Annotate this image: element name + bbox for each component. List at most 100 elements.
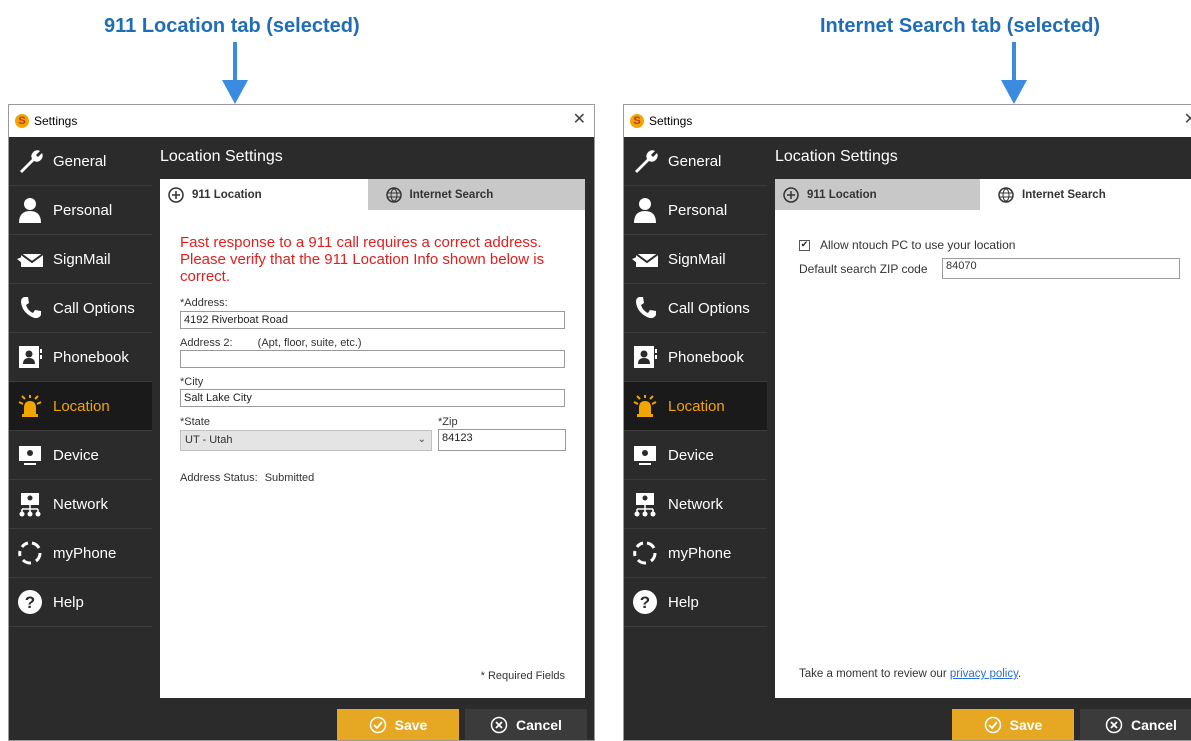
location-tabs: 911 Location Internet Search: [775, 179, 1191, 210]
address2-label-text: Address 2:: [180, 337, 233, 349]
close-icon[interactable]: ✕: [573, 109, 586, 128]
address-status: Address Status: Submitted: [180, 472, 314, 484]
cancel-button[interactable]: Cancel: [465, 709, 587, 740]
settings-sidebar: General Personal SignMail Call Options P…: [9, 137, 152, 740]
sidebar-item-label: Network: [53, 495, 109, 513]
section-title: Location Settings: [160, 148, 283, 165]
close-icon[interactable]: ✕: [1184, 109, 1191, 128]
default-zip-field[interactable]: 84070: [942, 258, 1180, 279]
siren-icon: [630, 391, 660, 421]
sidebar-item-general[interactable]: General: [9, 137, 152, 186]
callout-arrow-left: [222, 42, 248, 104]
sidebar-item-label: myPhone: [53, 544, 117, 562]
sidebar-item-label: Call Options: [53, 299, 135, 317]
sidebar-item-help[interactable]: ? Help: [624, 578, 767, 627]
city-label: *City: [180, 376, 204, 388]
sidebar-item-signmail[interactable]: SignMail: [9, 235, 152, 284]
signmail-icon: [630, 244, 660, 274]
sidebar-item-network[interactable]: Network: [624, 480, 767, 529]
sidebar-item-signmail[interactable]: SignMail: [624, 235, 767, 284]
sidebar-item-phonebook[interactable]: Phonebook: [624, 333, 767, 382]
sidebar-item-label: Phonebook: [53, 348, 129, 366]
sidebar-item-label: Device: [53, 446, 99, 464]
settings-content: Location Settings 911 Location Internet …: [767, 137, 1191, 740]
sidebar-item-device[interactable]: Device: [9, 431, 152, 480]
sidebar-item-call-options[interactable]: Call Options: [624, 284, 767, 333]
zip-field[interactable]: 84123: [438, 429, 566, 451]
sidebar-item-myphone[interactable]: myPhone: [9, 529, 152, 578]
sidebar-item-personal[interactable]: Personal: [9, 186, 152, 235]
sidebar-item-phonebook[interactable]: Phonebook: [9, 333, 152, 382]
address-status-value: Submitted: [264, 472, 315, 484]
city-field[interactable]: Salt Lake City: [180, 389, 565, 407]
privacy-note: Take a moment to review our privacy poli…: [799, 668, 1021, 680]
siren-icon: [15, 391, 45, 421]
tab-911-location[interactable]: 911 Location: [775, 179, 980, 210]
app-logo-icon: S: [630, 114, 644, 128]
plus-circle-icon: [168, 186, 184, 203]
sidebar-item-label: Personal: [53, 201, 113, 219]
settings-window-911: S Settings ✕ General Personal SignMail C…: [8, 104, 595, 741]
network-icon: [630, 489, 660, 519]
save-label: Save: [1009, 716, 1043, 733]
sidebar-item-call-options[interactable]: Call Options: [9, 284, 152, 333]
state-select[interactable]: UT - Utah ⌄: [180, 430, 432, 451]
cancel-label: Cancel: [516, 716, 562, 733]
warning-message: Fast response to a 911 call requires a c…: [180, 234, 545, 285]
sidebar-item-label: SignMail: [668, 250, 726, 268]
wrench-icon: [630, 146, 660, 176]
settings-window-internet-search: S Settings ✕ General Personal SignMail: [623, 104, 1191, 741]
phone-handset-icon: [630, 293, 660, 323]
allow-location-row[interactable]: ✔ Allow ntouch PC to use your location: [799, 238, 1015, 252]
tab-internet-search[interactable]: Internet Search: [367, 179, 585, 210]
sidebar-item-label: Help: [53, 593, 84, 611]
sidebar-item-label: SignMail: [53, 250, 111, 268]
save-button[interactable]: Save: [337, 709, 459, 740]
address-label: *Address:: [180, 297, 228, 309]
sidebar-item-label: myPhone: [668, 544, 732, 562]
sidebar-item-myphone[interactable]: myPhone: [624, 529, 767, 578]
allow-location-label: Allow ntouch PC to use your location: [820, 238, 1016, 252]
phonebook-icon: [15, 342, 45, 372]
sidebar-item-label: Call Options: [668, 299, 750, 317]
sidebar-item-location[interactable]: Location: [624, 382, 767, 431]
privacy-policy-link[interactable]: privacy policy: [950, 668, 1018, 680]
address2-field[interactable]: [180, 350, 565, 368]
phonebook-icon: [630, 342, 660, 372]
person-icon: [630, 195, 660, 225]
sidebar-item-network[interactable]: Network: [9, 480, 152, 529]
address-field[interactable]: 4192 Riverboat Road: [180, 311, 565, 329]
section-title: Location Settings: [775, 148, 898, 165]
globe-icon: [385, 186, 402, 203]
allow-location-checkbox[interactable]: ✔: [799, 239, 810, 251]
save-label: Save: [394, 716, 428, 733]
plus-circle-icon: [783, 186, 799, 203]
sidebar-item-personal[interactable]: Personal: [624, 186, 767, 235]
tab-911-location[interactable]: 911 Location: [160, 179, 368, 210]
privacy-prefix: Take a moment to review our: [799, 668, 950, 680]
tab-internet-search[interactable]: Internet Search: [980, 179, 1191, 210]
svg-text:?: ?: [25, 593, 35, 612]
sidebar-item-general[interactable]: General: [624, 137, 767, 186]
location-tabs: 911 Location Internet Search: [160, 179, 585, 210]
address2-label: Address 2: (Apt, floor, suite, etc.): [180, 337, 362, 349]
phone-handset-icon: [15, 293, 45, 323]
title-bar: S Settings ✕: [624, 105, 1191, 137]
cancel-button[interactable]: Cancel: [1080, 709, 1191, 740]
sidebar-item-label: Location: [668, 397, 725, 415]
address-status-label: Address Status:: [180, 472, 258, 484]
sidebar-item-device[interactable]: Device: [624, 431, 767, 480]
sidebar-item-help[interactable]: ? Help: [9, 578, 152, 627]
sidebar-item-label: Phonebook: [668, 348, 744, 366]
callout-911-location: 911 Location tab (selected): [104, 15, 360, 37]
myphone-icon: [630, 538, 660, 568]
window-title: Settings: [649, 114, 693, 128]
sidebar-item-location[interactable]: Location: [9, 382, 152, 431]
settings-sidebar: General Personal SignMail Call Options P…: [624, 137, 767, 740]
internet-search-panel: ✔ Allow ntouch PC to use your location D…: [775, 210, 1191, 698]
monitor-icon: [15, 440, 45, 470]
save-button[interactable]: Save: [952, 709, 1074, 740]
state-label: *State: [180, 416, 210, 428]
state-value: UT - Utah: [185, 434, 233, 446]
check-circle-icon: [984, 716, 1002, 734]
